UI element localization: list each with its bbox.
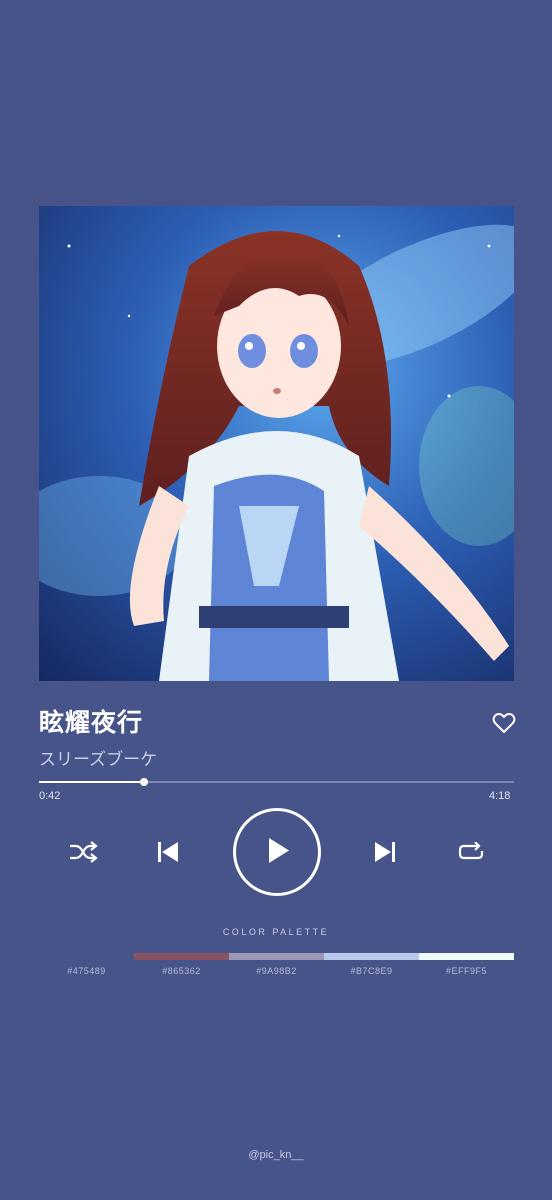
palette-swatch-5 bbox=[419, 953, 514, 960]
progress-handle[interactable] bbox=[139, 778, 148, 786]
palette-hex-label: #865362 bbox=[162, 966, 201, 976]
repeat-button[interactable] bbox=[458, 842, 484, 862]
palette-hex-label: #9A98B2 bbox=[256, 966, 297, 976]
palette-hex-label: #B7C8E9 bbox=[350, 966, 393, 976]
shuffle-icon bbox=[68, 841, 98, 863]
previous-button[interactable] bbox=[157, 842, 179, 862]
elapsed-time: 0:42 bbox=[39, 790, 61, 802]
shuffle-button[interactable] bbox=[68, 841, 98, 863]
palette-swatch-4 bbox=[324, 953, 419, 960]
skip-next-icon bbox=[374, 842, 396, 862]
palette-title: COLOR PALETTE bbox=[222, 927, 330, 937]
repeat-icon bbox=[458, 842, 484, 862]
skip-previous-icon bbox=[157, 842, 179, 862]
song-title: 眩耀夜行 bbox=[39, 708, 144, 737]
play-button[interactable] bbox=[233, 808, 321, 896]
progress-bar[interactable] bbox=[39, 778, 514, 786]
palette-swatch-1 bbox=[39, 953, 134, 960]
artist-credit: @pic_kn__ bbox=[248, 1149, 304, 1161]
palette-swatch-2 bbox=[134, 953, 229, 960]
palette-hex-label: #475489 bbox=[67, 966, 106, 976]
progress-fill bbox=[39, 781, 144, 783]
artist-name: スリーズブーケ bbox=[39, 750, 158, 770]
heart-icon[interactable] bbox=[492, 712, 516, 734]
album-artwork bbox=[39, 206, 514, 681]
palette-hex-label: #EFF9F5 bbox=[445, 966, 487, 976]
next-button[interactable] bbox=[374, 842, 396, 862]
total-time: 4:18 bbox=[489, 790, 511, 802]
palette-swatch-3 bbox=[229, 953, 324, 960]
